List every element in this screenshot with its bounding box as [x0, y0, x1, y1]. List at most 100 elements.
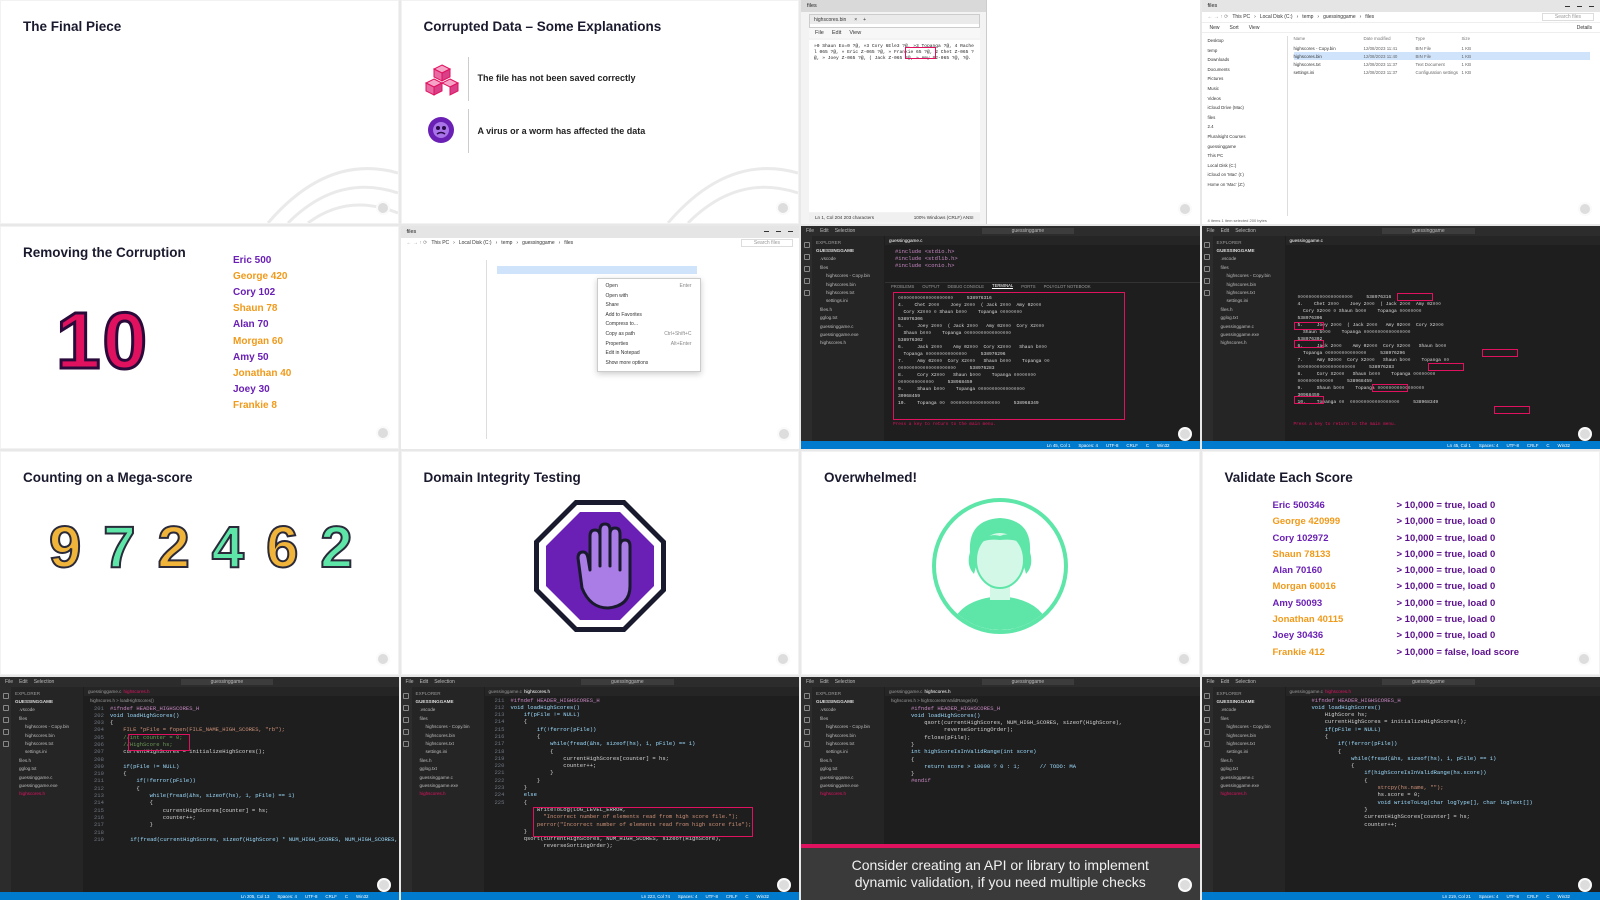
context-menu-item[interactable]: Properties Alt+Enter [598, 339, 700, 349]
tree-item[interactable]: highscores - Copy.bin [816, 272, 880, 280]
nav-item[interactable]: 2.4 [1208, 122, 1287, 132]
tree-item[interactable]: highscores.bin [15, 732, 79, 740]
tree-item[interactable]: highscores.txt [1217, 289, 1281, 297]
nav-item[interactable]: Videos [1208, 94, 1287, 104]
status-item[interactable]: UTF-8 [1506, 894, 1518, 899]
tree-item[interactable]: highscores.h [1217, 790, 1281, 798]
status-item[interactable]: Spaces: 4 [1479, 443, 1499, 448]
tab-guessinggame[interactable]: guessinggame.c [489, 689, 522, 694]
tree-item[interactable]: files [1217, 715, 1281, 723]
tree-item[interactable]: .vscode [816, 255, 880, 263]
details-button[interactable]: Details [1577, 25, 1592, 31]
status-item[interactable]: Ln 205, Col 13 [241, 894, 270, 899]
status-item[interactable]: Win32 [356, 894, 368, 899]
file-row[interactable]: highscores.bin 12/08/2023 11:40 BIN File 1 … [1293, 52, 1590, 60]
file-row[interactable]: highscores.txt 12/08/2023 11:37 Text Docum… [1294, 60, 1591, 68]
tree-item[interactable]: files [416, 715, 480, 723]
panel-tab[interactable]: OUTPUT [922, 284, 939, 289]
tree-item[interactable]: files [15, 715, 79, 723]
tab-guessinggame[interactable]: guessinggame.c [88, 689, 121, 694]
nav-item[interactable]: Documents [1208, 65, 1287, 75]
command-search[interactable]: guessinggame [1382, 678, 1475, 685]
tree-item[interactable]: .vscode [15, 706, 79, 714]
tree-item[interactable]: files [1217, 264, 1281, 272]
status-item[interactable]: C [345, 894, 348, 899]
command-search[interactable]: guessinggame [581, 678, 674, 685]
search-input[interactable]: Search files [740, 239, 793, 247]
status-item[interactable]: Spaces: 4 [277, 894, 297, 899]
status-item[interactable]: Spaces: 4 [678, 894, 698, 899]
context-menu-item[interactable]: Open with [598, 291, 700, 301]
status-item[interactable]: C [745, 894, 748, 899]
tree-item[interactable]: files.h [816, 306, 880, 314]
tree-item[interactable]: settings.ini [416, 748, 480, 756]
tree-item[interactable]: guessinggame.c [416, 774, 480, 782]
status-item[interactable]: UTF-8 [305, 894, 317, 899]
tree-item[interactable]: guessinggame.exe [15, 782, 79, 790]
nav-item[interactable]: files [1208, 113, 1287, 123]
tree-item[interactable]: gglog.txt [15, 765, 79, 773]
context-menu-item[interactable]: Open Enter [598, 282, 700, 292]
address-bar[interactable]: ← → ↑ ⟳ This PC › Local Disk (C:) › temp › gue… [401, 238, 800, 249]
status-item[interactable]: CRLF [1527, 894, 1538, 899]
tree-item[interactable]: gglog.txt [1217, 765, 1281, 773]
menu-view[interactable]: View [849, 30, 861, 36]
panel-tab[interactable]: POLYGLOT NOTEBOOK [1044, 284, 1091, 289]
panel-tab[interactable]: PROBLEMS [891, 284, 914, 289]
tab-guessinggame[interactable]: guessinggame.c [889, 689, 922, 694]
tree-item[interactable]: highscores - Copy.bin [416, 723, 480, 731]
nav-item[interactable]: temp [1208, 46, 1287, 56]
terminal-output[interactable]: ¤¤¤¤¤¤¤¤¤¤¤¤¤¤¤¤¤¤¤¤ 538976316 4. Chet 2¤… [893, 291, 1125, 420]
tree-item[interactable]: highscores - Copy.bin [1217, 272, 1281, 280]
tree-item[interactable]: files.h [1217, 757, 1281, 765]
status-item[interactable]: Win32 [1157, 443, 1169, 448]
tree-item[interactable]: gglog.txt [816, 314, 880, 322]
status-item[interactable]: UTF-8 [1506, 443, 1518, 448]
tree-item[interactable]: guessinggame.exe [816, 331, 880, 339]
tab-highscores[interactable]: highscores.h [123, 689, 149, 694]
status-item[interactable]: CRLF [726, 894, 737, 899]
notepad-tab[interactable]: highscores.bin × + [810, 15, 979, 24]
tree-item[interactable]: highscores.h [416, 790, 480, 798]
status-item[interactable]: Spaces: 4 [1479, 894, 1499, 899]
selected-file-row[interactable] [496, 265, 697, 274]
tree-item[interactable]: gglog.txt [416, 765, 480, 773]
file-row[interactable]: settings.ini 12/08/2023 11:37 Configuratio… [1294, 68, 1591, 76]
sort-button[interactable]: Sort [1230, 25, 1239, 31]
tree-item[interactable]: settings.ini [15, 748, 79, 756]
menu-edit[interactable]: Edit [832, 30, 841, 36]
command-search[interactable]: guessinggame [981, 227, 1075, 234]
tree-item[interactable]: files [816, 715, 880, 723]
context-menu-item[interactable]: Compress to... [598, 320, 700, 330]
tree-item[interactable]: guessinggame.c [15, 774, 79, 782]
tree-item[interactable]: highscores.h [816, 339, 880, 347]
status-item[interactable]: Ln 219, Col 21 [1442, 894, 1471, 899]
nav-item[interactable]: Music [1208, 84, 1287, 94]
view-button[interactable]: View [1249, 25, 1260, 31]
tree-item[interactable]: files [816, 264, 880, 272]
tree-item[interactable]: files.h [416, 757, 480, 765]
nav-item[interactable]: This PC [1208, 151, 1287, 161]
tree-item[interactable]: gglog.txt [1217, 314, 1281, 322]
tree-item[interactable]: settings.ini [816, 748, 880, 756]
status-item[interactable]: Ln 223, Col 74 [641, 894, 670, 899]
nav-item[interactable]: guessinggame [1208, 142, 1287, 152]
tab-highscores[interactable]: highscores.h [1325, 689, 1351, 694]
status-item[interactable]: Win32 [1558, 894, 1570, 899]
tree-item[interactable]: .vscode [1217, 255, 1281, 263]
context-menu-item[interactable]: Edit in Notepad [598, 349, 700, 359]
status-item[interactable]: CRLF [325, 894, 336, 899]
tree-item[interactable]: guessinggame.c [1217, 323, 1281, 331]
tree-item[interactable]: highscores.txt [416, 740, 480, 748]
tab-highscores[interactable]: highscores.h [524, 689, 550, 694]
tree-item[interactable]: highscores.bin [1217, 732, 1281, 740]
tree-item[interactable]: guessinggame.c [816, 774, 880, 782]
panel-tab[interactable]: DEBUG CONSOLE [948, 284, 985, 289]
status-item[interactable]: Win32 [757, 894, 769, 899]
tree-item[interactable]: highscores.bin [816, 281, 880, 289]
tree-item[interactable]: highscores.txt [1217, 740, 1281, 748]
tree-item[interactable]: highscores.bin [1217, 281, 1281, 289]
tree-item[interactable]: guessinggame.c [1217, 774, 1281, 782]
tree-item[interactable]: .vscode [416, 706, 480, 714]
nav-item[interactable]: iCloud Drive (Mac) [1208, 103, 1287, 113]
